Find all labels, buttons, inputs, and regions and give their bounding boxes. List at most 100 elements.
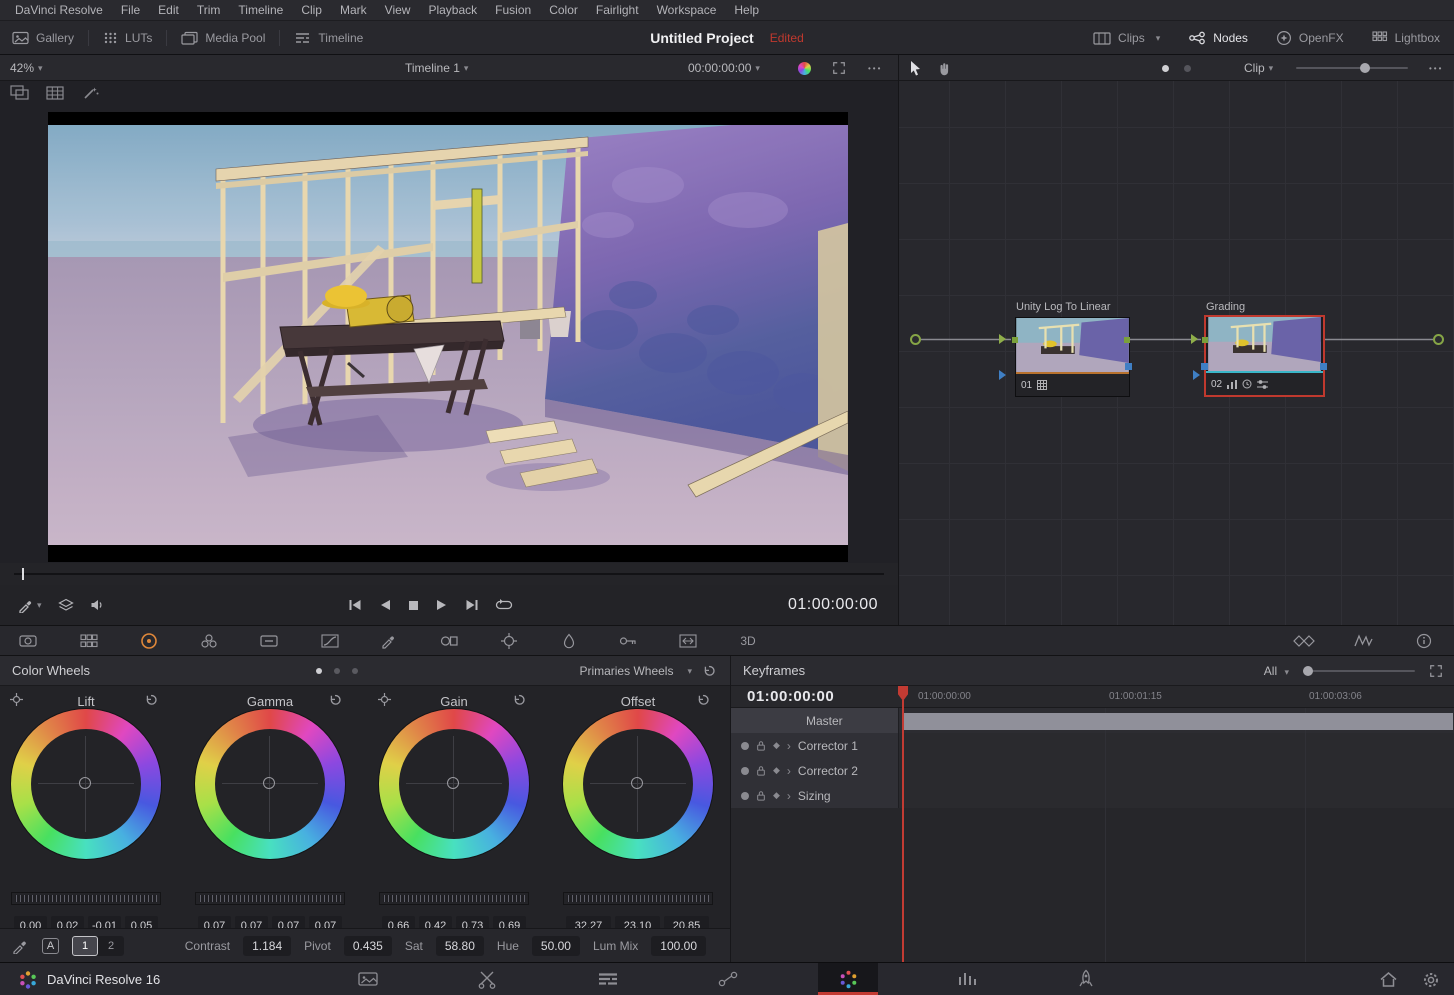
slider-thumb[interactable] [1303, 666, 1313, 676]
color-match-icon[interactable] [75, 626, 103, 655]
gallery-button[interactable]: Gallery [12, 21, 74, 55]
rgb-mixer-icon[interactable] [195, 626, 223, 655]
menu-edit[interactable]: Edit [149, 3, 188, 17]
clips-button[interactable]: Clips ▾ [1093, 21, 1160, 55]
auto-color-button[interactable]: A [42, 938, 59, 954]
rgb-input-square[interactable] [1012, 337, 1018, 343]
reset-icon[interactable] [512, 693, 526, 707]
cut-page-button[interactable] [459, 963, 515, 995]
viewer-expand-button[interactable] [832, 55, 846, 81]
key-icon[interactable] [614, 626, 642, 655]
skip-backward-button[interactable] [347, 598, 363, 612]
wheel-tab-1[interactable]: 1 [72, 936, 98, 956]
viewer-zoom-dropdown[interactable]: 42% ▾ [10, 55, 43, 81]
reset-icon[interactable] [696, 693, 710, 707]
menu-fusion[interactable]: Fusion [486, 3, 540, 17]
track-row-corrector2[interactable]: ◆ › Corrector 2 [731, 758, 1454, 783]
openfx-button[interactable]: OpenFX [1276, 21, 1344, 55]
offset-master-slider[interactable] [563, 892, 713, 905]
keyframes-filter-dropdown[interactable]: All ▾ [1264, 664, 1289, 678]
menu-trim[interactable]: Trim [188, 3, 230, 17]
video-viewer[interactable] [48, 112, 848, 562]
lightbox-button[interactable]: Lightbox [1372, 21, 1440, 55]
panel-page-dot-active[interactable] [316, 668, 322, 674]
media-pool-button[interactable]: Media Pool [181, 21, 265, 55]
node-page-dot-active[interactable] [1162, 65, 1169, 72]
master-track-bar[interactable] [904, 713, 1453, 730]
gain-master-slider[interactable] [379, 892, 529, 905]
reset-icon[interactable] [144, 693, 158, 707]
lock-icon[interactable] [756, 740, 766, 751]
wheels-mode-dropdown[interactable]: Primaries Wheels ▾ [579, 656, 716, 686]
gamma-master-slider[interactable] [195, 892, 345, 905]
play-button[interactable] [435, 598, 449, 612]
gamma-color-wheel[interactable] [195, 709, 345, 859]
info-icon[interactable] [1410, 626, 1438, 655]
luts-button[interactable]: LUTs [103, 21, 152, 55]
track-row-corrector1[interactable]: ◆ › Corrector 1 [731, 733, 1454, 758]
curves-icon[interactable] [316, 626, 344, 655]
lock-icon[interactable] [756, 765, 766, 776]
edit-page-button[interactable] [580, 963, 636, 995]
timeline-selector-dropdown[interactable]: Timeline 1 ▾ [405, 55, 468, 81]
keyframes-panel-icon[interactable] [1290, 626, 1318, 655]
expand-icon[interactable] [1429, 664, 1443, 678]
track-enable-dot[interactable] [741, 767, 749, 775]
menu-help[interactable]: Help [725, 3, 768, 17]
offset-color-wheel[interactable] [563, 709, 713, 859]
menu-workspace[interactable]: Workspace [648, 3, 726, 17]
timeline-button[interactable]: Timeline [294, 21, 363, 55]
color-picker-icon[interactable] [12, 938, 28, 954]
menu-file[interactable]: File [112, 3, 149, 17]
node-01[interactable]: 01 [1016, 318, 1129, 396]
pivot-value[interactable]: 0.435 [344, 936, 392, 956]
keyframe-diamond-icon[interactable]: ◆ [773, 765, 780, 776]
nodes-button[interactable]: Nodes [1188, 21, 1248, 55]
blur-icon[interactable] [555, 626, 583, 655]
menu-color[interactable]: Color [540, 3, 587, 17]
rgb-output-square[interactable] [1124, 337, 1130, 343]
contrast-value[interactable]: 1.184 [243, 936, 291, 956]
color-picker-button[interactable]: ▾ [18, 598, 42, 613]
stereo-3d-button[interactable]: 3D [734, 626, 762, 655]
rgb-input-square[interactable] [1202, 337, 1208, 343]
lum-mix-value[interactable]: 100.00 [651, 936, 706, 956]
node-zoom-slider[interactable] [1296, 55, 1408, 81]
track-enable-dot[interactable] [741, 742, 749, 750]
settings-gear-icon[interactable] [1422, 971, 1440, 989]
menu-mark[interactable]: Mark [331, 3, 376, 17]
track-enable-dot[interactable] [741, 792, 749, 800]
expand-chevron-icon[interactable]: › [787, 740, 791, 752]
tracker-icon[interactable] [495, 626, 523, 655]
playhead-line[interactable] [902, 700, 904, 962]
qualifier-icon[interactable] [375, 626, 403, 655]
clip-mode-dropdown[interactable]: Clip ▾ [1244, 55, 1273, 81]
hue-value[interactable]: 50.00 [532, 936, 580, 956]
wand-icon[interactable] [82, 85, 100, 101]
speaker-icon[interactable] [90, 598, 106, 612]
scrub-playhead[interactable] [22, 568, 24, 580]
deliver-page-button[interactable] [1058, 963, 1114, 995]
expand-chevron-icon[interactable]: › [787, 790, 791, 802]
stills-icon[interactable] [10, 85, 30, 101]
viewer-options-button[interactable]: ••• [868, 55, 882, 81]
gain-color-wheel[interactable] [379, 709, 529, 859]
node-graph[interactable]: Unity Log To Linear 01 Grading 02 [898, 81, 1454, 625]
mask-input-square[interactable] [1201, 363, 1208, 370]
node-page-dot[interactable] [1184, 65, 1191, 72]
fusion-page-button[interactable] [700, 963, 756, 995]
motion-effects-icon[interactable] [255, 626, 283, 655]
node-02-selected[interactable]: 02 [1206, 317, 1323, 395]
mask-output-square[interactable] [1320, 363, 1327, 370]
skip-forward-button[interactable] [464, 598, 480, 612]
track-row-sizing[interactable]: ◆ › Sizing [731, 783, 1454, 808]
project-manager-home-icon[interactable] [1379, 971, 1398, 988]
keyframes-zoom-slider[interactable] [1303, 670, 1415, 672]
sizing-icon[interactable] [674, 626, 702, 655]
expand-chevron-icon[interactable]: › [787, 765, 791, 777]
select-tool-button[interactable] [909, 55, 923, 81]
pan-tool-button[interactable] [937, 55, 951, 81]
power-window-icon[interactable] [435, 626, 463, 655]
reset-icon[interactable] [328, 693, 342, 707]
color-wheels-icon[interactable] [135, 626, 163, 655]
